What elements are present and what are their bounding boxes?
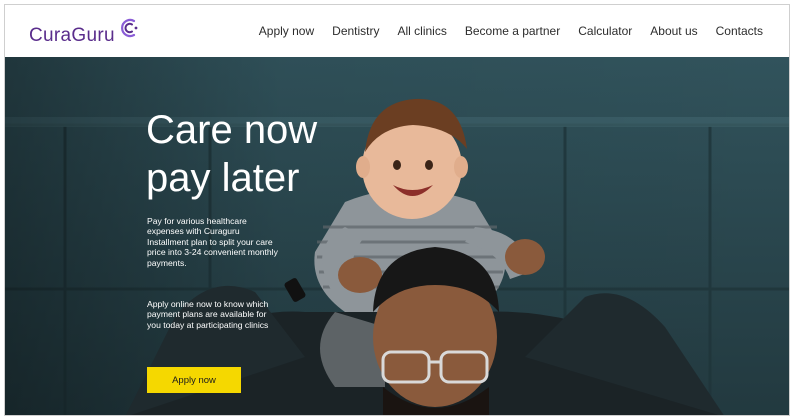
cg-logo-mark-icon [120,18,138,38]
nav-contacts[interactable]: Contacts [716,24,763,38]
nav-become-a-partner[interactable]: Become a partner [465,24,560,38]
apply-now-button[interactable]: Apply now [147,367,241,393]
nav-about-us[interactable]: About us [650,24,697,38]
hero-apply-info: Apply online now to know which payment p… [147,298,269,330]
logo[interactable]: CuraGuru [29,15,141,49]
hero-description: Pay for various healthcare expenses with… [147,215,278,268]
hero-title: Care now pay later [146,106,317,202]
hero-title-line-2: pay later [146,155,300,200]
browser-frame: CuraGuru Apply now Dentistry All clinics… [4,4,790,416]
nav-apply-now[interactable]: Apply now [259,24,314,38]
hero-photo [5,57,789,415]
nav-all-clinics[interactable]: All clinics [398,24,447,38]
hero-section: Care now pay later Pay for various healt… [5,57,789,415]
nav-calculator[interactable]: Calculator [578,24,632,38]
nav-dentistry[interactable]: Dentistry [332,24,379,38]
hero-title-line-1: Care now [146,107,318,152]
site-header: CuraGuru Apply now Dentistry All clinics… [5,5,789,57]
main-nav: Apply now Dentistry All clinics Become a… [241,5,763,57]
logo-text: CuraGuru [29,25,115,46]
